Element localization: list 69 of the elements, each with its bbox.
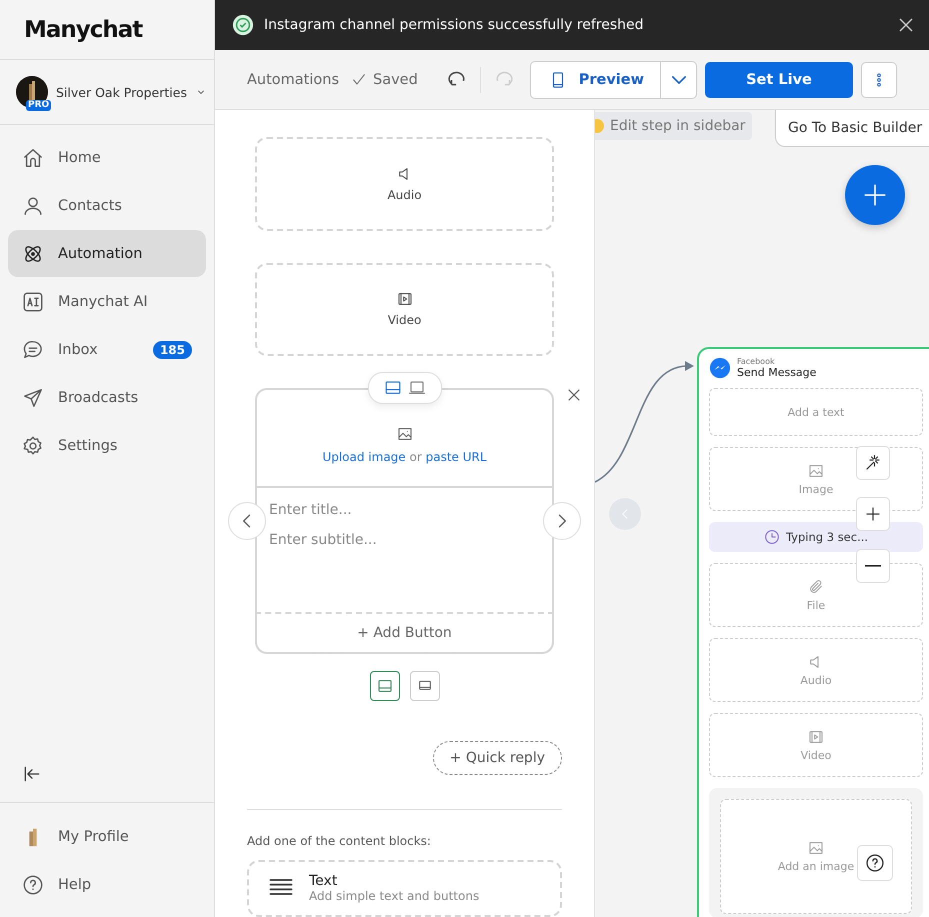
upload-prompt: Upload image or paste URL [322,450,487,464]
nav-item[interactable]: My Profile [8,813,206,860]
image-icon [396,426,412,442]
add-button[interactable]: + Add Button [255,612,554,654]
basic-builder-button[interactable]: Go To Basic Builder [775,110,929,147]
paperclip-icon [808,578,824,594]
breadcrumb-link[interactable]: Automations [247,72,340,88]
magic-wand-button[interactable] [856,446,890,480]
person-icon [22,194,44,216]
unread-count: 185 [152,340,192,358]
save-status: Saved [351,72,418,88]
notification-toast: Instagram channel permissions successfully refreshed [215,0,929,50]
upload-image-link[interactable]: Upload image [322,450,406,464]
layout-option-icon [376,678,392,694]
hint-chip: Edit step in sidebar [595,112,752,140]
zoom-out-button[interactable] [856,549,890,583]
success-check-icon [232,14,254,36]
account-avatar [16,76,48,108]
nav-item[interactable]: Broadcasts [8,374,206,421]
subtitle-field[interactable]: Enter subtitle... [269,532,540,548]
chevron-down-icon [672,76,686,84]
sparkle-icon [864,454,882,472]
help-icon [865,853,885,873]
content-block-option[interactable]: Text Add simple text and buttons [247,860,562,917]
help-icon [22,874,44,896]
nav-item[interactable]: Inbox 185 [8,326,206,373]
plus-icon [864,505,882,523]
video-block[interactable]: Video [255,262,554,356]
close-icon[interactable] [567,388,581,402]
account-name[interactable]: Silver Oak Properties [56,84,187,100]
close-icon[interactable] [897,16,915,34]
nav-item[interactable]: Help [8,861,206,908]
node-title: Send Message [737,366,816,379]
send-icon [22,386,44,408]
delay-item[interactable]: Typing 3 sec... [709,522,923,552]
plus-icon [862,182,888,208]
logo[interactable]: Manychat [24,16,142,42]
add-step-button[interactable] [845,165,905,225]
section-heading: Add one of the content blocks: [247,834,432,848]
paste-url-link[interactable]: paste URL [426,450,487,464]
image-size-button[interactable] [410,671,440,702]
message-node[interactable]: Facebook Send Message Add a text Image Typing 3 sec... File Audio Video Add an image [697,347,929,917]
clock-icon [764,529,780,545]
video-icon [396,291,412,308]
quick-reply-button[interactable]: + Quick reply [432,741,562,776]
plan-badge: PRO [26,100,52,111]
ai-icon [22,290,44,312]
set-live-button[interactable]: Set Live [705,62,853,98]
audio-block[interactable]: Audio [255,137,554,231]
messenger-icon [709,357,731,379]
gear-icon [22,434,44,456]
minus-icon [865,565,881,567]
image-size-button[interactable] [370,671,400,702]
nav-item[interactable]: Home [8,134,206,181]
nav-item[interactable]: Settings [8,422,206,469]
nav-item[interactable]: Contacts [8,182,206,229]
home-icon [22,146,44,168]
video-icon [808,728,824,744]
channel-label: Facebook [737,357,776,366]
nav-item[interactable]: Automation [8,230,206,277]
title-field[interactable]: Enter title... [269,502,540,518]
chat-icon [22,338,44,360]
image-icon [808,840,824,856]
collapse-sidebar-icon [22,764,42,784]
zoom-in-button[interactable] [856,497,890,531]
check-icon [351,72,368,88]
help-button[interactable] [857,845,893,881]
image-icon [808,462,824,478]
nav-item[interactable]: Manychat AI [8,278,206,325]
